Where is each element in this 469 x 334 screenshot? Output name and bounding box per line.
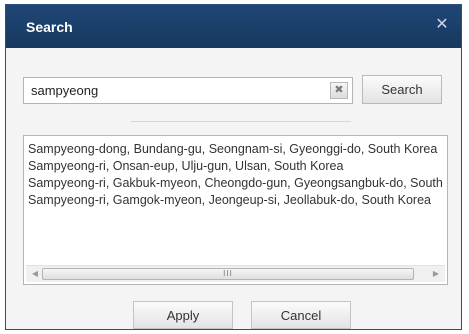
results-list: Sampyeong-dong, Bundang-gu, Seongnam-si,… [28,141,443,261]
search-button[interactable]: Search [362,75,442,104]
search-input[interactable] [24,78,324,103]
list-item[interactable]: Sampyeong-ri, Gamgok-myeon, Jeongeup-si,… [28,192,443,209]
results-list-box[interactable]: Sampyeong-dong, Bundang-gu, Seongnam-si,… [23,135,448,285]
list-item[interactable]: Sampyeong-ri, Gakbuk-myeon, Cheongdo-gun… [28,175,443,192]
cancel-button[interactable]: Cancel [251,301,351,329]
search-field[interactable]: ✖ [23,77,353,104]
scroll-thumb[interactable]: III [42,268,414,280]
clear-icon[interactable]: ✖ [330,82,348,99]
scroll-right-icon[interactable]: ▶ [429,266,443,282]
list-item[interactable]: Sampyeong-dong, Bundang-gu, Seongnam-si,… [28,141,443,158]
close-icon[interactable]: ✕ [433,16,451,34]
horizontal-scrollbar[interactable]: ◀ III ▶ [26,265,445,282]
divider [131,121,351,122]
list-item[interactable]: Sampyeong-ri, Onsan-eup, Ulju-gun, Ulsan… [28,158,443,175]
search-dialog: Search ✕ ✖ Search Sampyeong-dong, Bundan… [5,4,462,330]
apply-button[interactable]: Apply [133,301,233,329]
scroll-left-icon[interactable]: ◀ [28,266,42,282]
dialog-title: Search [26,19,73,35]
dialog-titlebar[interactable]: Search ✕ [6,5,461,48]
scroll-grip: III [223,269,233,278]
